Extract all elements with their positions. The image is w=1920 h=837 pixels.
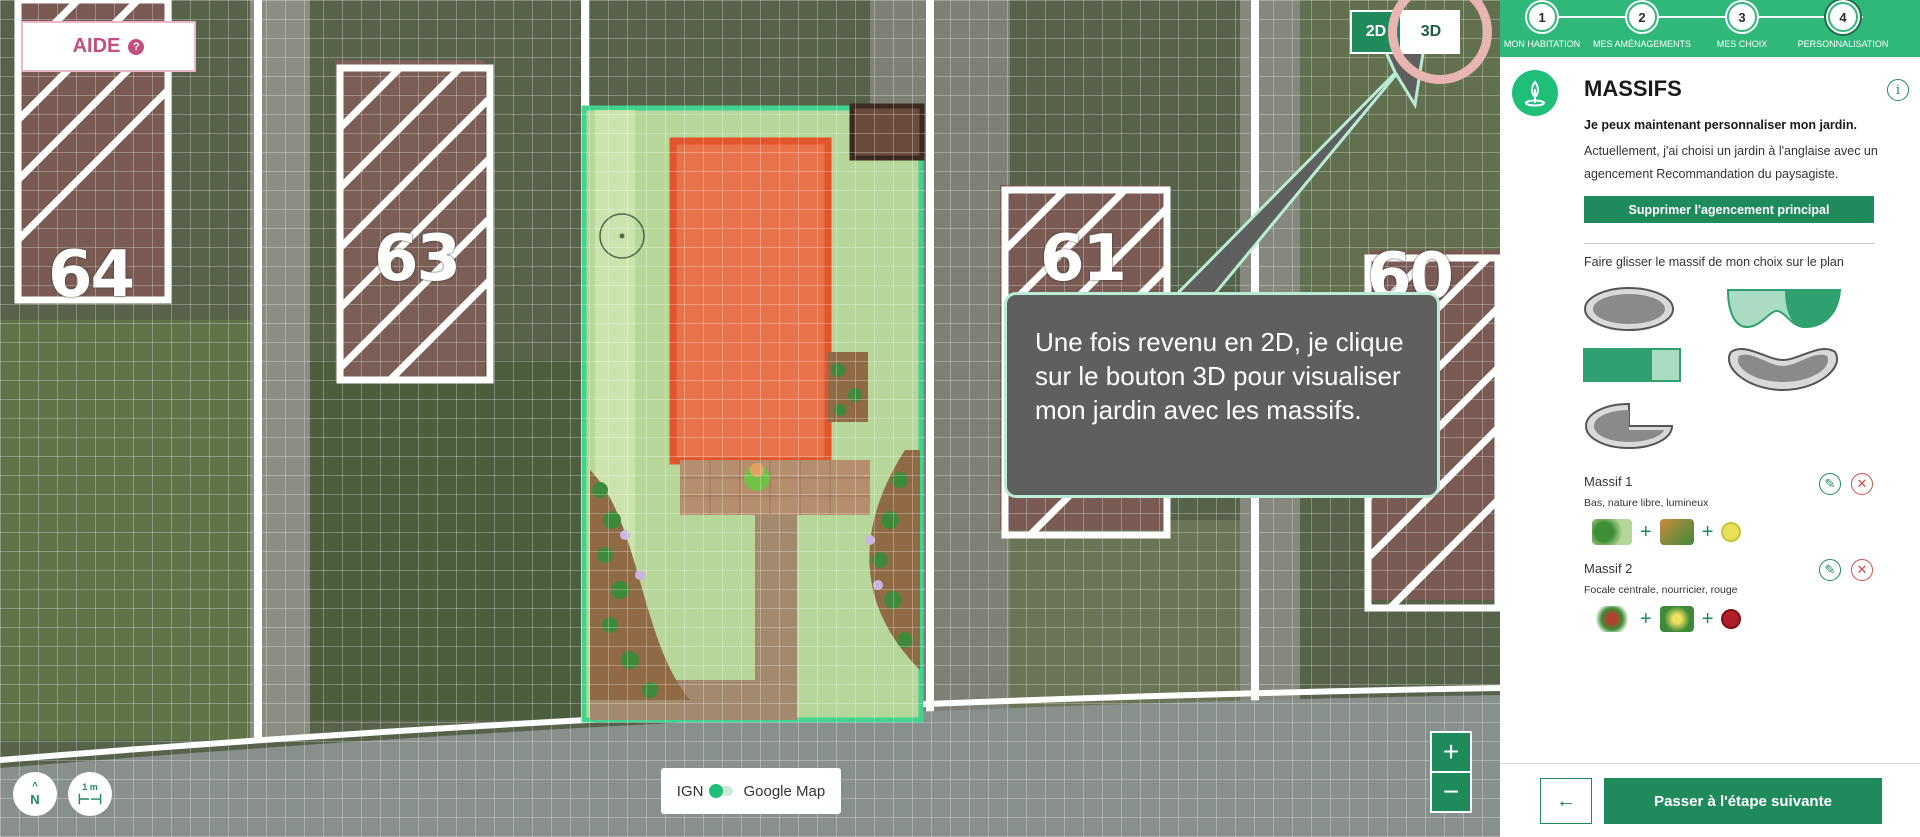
next-step-button[interactable]: Passer à l'étape suivante bbox=[1604, 778, 1882, 824]
step-number: 4 bbox=[1828, 2, 1858, 32]
compass-arrow-icon: ^ bbox=[32, 780, 38, 792]
ruler-icon: ⊢⊣ bbox=[77, 791, 103, 807]
step-label: PERSONNALISATION bbox=[1797, 39, 1889, 49]
massif-1-subtitle: Bas, nature libre, lumineux bbox=[1584, 497, 1709, 509]
question-icon: ? bbox=[128, 38, 145, 55]
intro-heading: Je peux maintenant personnaliser mon jar… bbox=[1584, 118, 1857, 132]
step-number: 2 bbox=[1627, 2, 1657, 32]
pencil-icon: ✎ bbox=[1824, 476, 1836, 491]
step-personnalisation[interactable]: 4 PERSONNALISATION bbox=[1793, 0, 1893, 49]
close-icon: ✕ bbox=[1856, 562, 1868, 577]
step-mes-choix[interactable]: 3 MES CHOIX bbox=[1692, 0, 1792, 49]
view-toggle: 2D 3D bbox=[1350, 10, 1460, 54]
massif-shape-green-curve[interactable] bbox=[1725, 287, 1843, 331]
massif-shape-oval[interactable] bbox=[1582, 285, 1676, 333]
plus-sign: + bbox=[1640, 607, 1652, 630]
close-icon: ✕ bbox=[1856, 476, 1868, 491]
side-panel: 1 MON HABITATION 2 MES AMÉNAGEMENTS 3 ME… bbox=[1500, 0, 1920, 837]
delete-massif-1-button[interactable]: ✕ bbox=[1851, 473, 1873, 495]
info-icon[interactable]: i bbox=[1887, 79, 1909, 101]
color-swatch-yellow bbox=[1721, 522, 1742, 542]
footer-divider bbox=[1500, 763, 1920, 764]
back-button[interactable]: ← bbox=[1540, 778, 1592, 824]
pencil-icon: ✎ bbox=[1824, 562, 1836, 577]
massif-2-composition: + + bbox=[1592, 606, 1742, 632]
zoom-out-button[interactable]: − bbox=[1430, 771, 1472, 813]
compass-label: N bbox=[30, 791, 40, 807]
view-3d-button[interactable]: 3D bbox=[1402, 10, 1460, 54]
layer-google-label: Google Map bbox=[743, 782, 826, 800]
style-thumbnail bbox=[1659, 519, 1694, 545]
view-2d-button[interactable]: 2D bbox=[1350, 10, 1402, 54]
zoom-in-button[interactable]: + bbox=[1430, 731, 1472, 773]
delete-layout-button[interactable]: Supprimer l'agencement principal bbox=[1584, 196, 1874, 223]
section-title: MASSIFS bbox=[1584, 76, 1682, 101]
edit-massif-1-button[interactable]: ✎ bbox=[1819, 473, 1841, 495]
massif-1-title: Massif 1 bbox=[1584, 474, 1633, 489]
plant-shape-thumbnail bbox=[1592, 519, 1632, 545]
scale-button[interactable]: 1 m ⊢⊣ bbox=[68, 772, 112, 816]
help-button[interactable]: AIDE ? bbox=[21, 21, 196, 72]
step-label: MES CHOIX bbox=[1716, 39, 1768, 49]
tree-icon bbox=[1512, 70, 1558, 116]
divider bbox=[1584, 243, 1874, 244]
layer-ign-label: IGN bbox=[676, 782, 704, 800]
intro-text: Actuellement, j'ai choisi un jardin à l'… bbox=[1584, 144, 1878, 181]
step-label: MES AMÉNAGEMENTS bbox=[1592, 39, 1691, 49]
map-layer-switch[interactable]: IGN Google Map bbox=[661, 768, 841, 814]
massif-shape-pie[interactable] bbox=[1582, 400, 1676, 452]
massif-shape-kidney[interactable] bbox=[1725, 338, 1841, 394]
compass-button[interactable]: ^ N bbox=[13, 772, 57, 816]
massif-2-title: Massif 2 bbox=[1584, 561, 1633, 576]
step-mon-habitation[interactable]: 1 MON HABITATION bbox=[1492, 0, 1592, 49]
plus-sign: + bbox=[1640, 520, 1652, 543]
plant-shape-thumbnail bbox=[1592, 606, 1632, 632]
drag-hint: Faire glisser le massif de mon choix sur… bbox=[1584, 255, 1844, 269]
garden-map[interactable]: 64 63 61 60 AIDE ? 2D 3D Une fois revenu… bbox=[0, 0, 1500, 837]
plus-sign: + bbox=[1701, 607, 1714, 630]
step-label: MON HABITATION bbox=[1503, 39, 1581, 49]
massif-2-subtitle: Focale centrale, nourricier, rouge bbox=[1584, 584, 1738, 596]
delete-massif-2-button[interactable]: ✕ bbox=[1851, 559, 1873, 581]
lot-number: 63 bbox=[374, 222, 461, 296]
tutorial-tooltip: Une fois revenu en 2D, je clique sur le … bbox=[1004, 292, 1440, 498]
edit-massif-2-button[interactable]: ✎ bbox=[1819, 559, 1841, 581]
step-number: 3 bbox=[1727, 2, 1757, 32]
layer-toggle[interactable] bbox=[709, 784, 734, 798]
arrow-left-icon: ← bbox=[1556, 789, 1576, 812]
lot-number: 61 bbox=[1040, 222, 1127, 296]
massif-shape-rectangle[interactable] bbox=[1582, 347, 1682, 383]
color-swatch-red bbox=[1721, 609, 1742, 629]
style-thumbnail bbox=[1659, 606, 1694, 632]
plus-sign: + bbox=[1701, 520, 1714, 543]
progress-stepper: 1 MON HABITATION 2 MES AMÉNAGEMENTS 3 ME… bbox=[1500, 0, 1920, 57]
step-number: 1 bbox=[1527, 2, 1557, 32]
step-mes-amenagements[interactable]: 2 MES AMÉNAGEMENTS bbox=[1592, 0, 1692, 49]
help-label: AIDE bbox=[72, 35, 121, 57]
massif-1-composition: + + bbox=[1592, 519, 1742, 545]
lot-number: 64 bbox=[48, 238, 135, 312]
